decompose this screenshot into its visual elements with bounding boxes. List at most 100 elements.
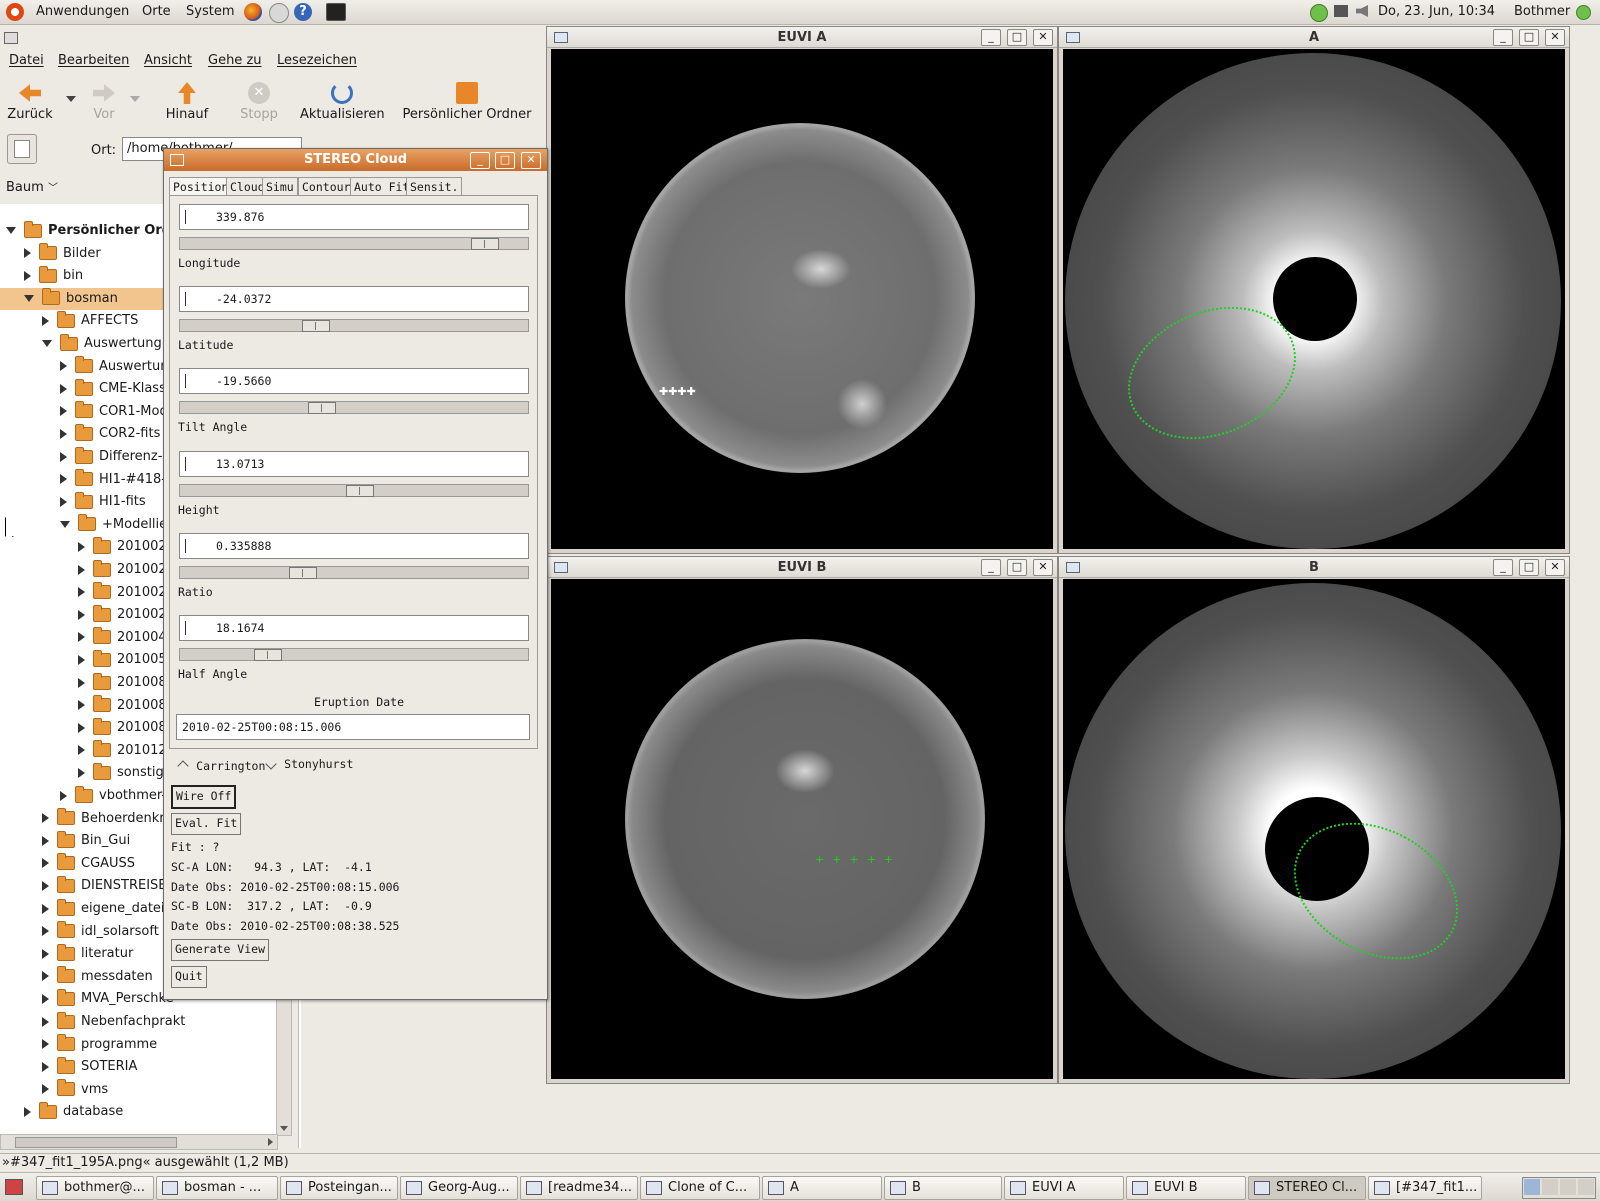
minimize-button[interactable]: _ xyxy=(1493,29,1513,46)
minimize-button[interactable]: _ xyxy=(470,152,490,169)
generate-view-button[interactable]: Generate View xyxy=(171,939,270,961)
window-menu-icon[interactable] xyxy=(4,32,18,44)
tree-item[interactable]: Nebenfachprakt xyxy=(0,1011,276,1033)
expander-closed-icon[interactable] xyxy=(42,813,49,824)
tree-item[interactable]: vms xyxy=(0,1079,276,1101)
expander-closed-icon[interactable] xyxy=(78,700,85,711)
expander-closed-icon[interactable] xyxy=(60,790,67,801)
expander-closed-icon[interactable] xyxy=(60,383,67,394)
cor2-a-image[interactable] xyxy=(1063,49,1565,549)
maximize-button[interactable]: □ xyxy=(1007,559,1027,576)
ubuntu-logo-icon[interactable] xyxy=(6,3,24,21)
network-icon[interactable] xyxy=(1310,4,1328,22)
expander-closed-icon[interactable] xyxy=(78,632,85,643)
longitude-slider[interactable] xyxy=(179,237,529,250)
expander-closed-icon[interactable] xyxy=(42,1039,49,1050)
taskbar-button[interactable]: Georg-Aug... xyxy=(400,1176,518,1200)
back-button[interactable]: Zurück xyxy=(6,82,54,122)
taskbar-button[interactable]: [#347_fit1... xyxy=(1368,1176,1482,1200)
maximize-button[interactable]: □ xyxy=(1519,29,1539,46)
tab-position[interactable]: Position xyxy=(169,177,233,196)
taskbar-button[interactable]: EUVI B xyxy=(1126,1176,1246,1200)
taskbar-button[interactable]: Posteingan... xyxy=(280,1176,398,1200)
tab-simu[interactable]: Simu xyxy=(262,177,298,196)
menu-applications[interactable]: Anwendungen xyxy=(36,4,129,19)
tree-horizontal-scrollbar[interactable] xyxy=(0,1134,278,1150)
tree-item[interactable]: SOTERIA xyxy=(0,1056,276,1078)
height-input[interactable]: 13.0713 xyxy=(179,450,529,477)
tab-contour[interactable]: Contour xyxy=(298,177,355,196)
menu-system[interactable]: System xyxy=(186,4,234,19)
menu-bookmarks[interactable]: Lesezeichen xyxy=(277,53,357,68)
back-history-chevron-icon[interactable] xyxy=(66,96,76,102)
latitude-input[interactable]: -24.0372 xyxy=(179,286,529,313)
maximize-button[interactable]: □ xyxy=(1007,29,1027,46)
taskbar-button[interactable]: A xyxy=(762,1176,882,1200)
close-button[interactable]: ✕ xyxy=(1033,29,1053,46)
expander-closed-icon[interactable] xyxy=(42,993,49,1004)
ratio-input[interactable]: 0.335888 xyxy=(179,532,529,559)
height-slider[interactable] xyxy=(179,483,529,497)
stereo-titlebar[interactable]: STEREO Cloud _ □ ✕ xyxy=(164,149,547,171)
user-name[interactable]: Bothmer xyxy=(1514,4,1570,19)
euvi-a-image[interactable]: ✚✚✚✚ xyxy=(551,49,1053,549)
expander-closed-icon[interactable] xyxy=(78,767,85,778)
quit-button[interactable]: Quit xyxy=(171,966,207,988)
slider-thumb[interactable] xyxy=(302,320,330,333)
menu-edit[interactable]: Bearbeiten xyxy=(58,53,129,68)
euvi-a-titlebar[interactable]: EUVI A _ □ ✕ xyxy=(547,27,1057,48)
radio-carrington[interactable]: Carrington xyxy=(176,759,265,774)
workspace-1[interactable] xyxy=(1524,1179,1540,1195)
taskbar-button[interactable]: EUVI A xyxy=(1004,1176,1124,1200)
expander-open-icon[interactable] xyxy=(42,340,52,347)
expander-closed-icon[interactable] xyxy=(60,406,67,417)
user-status-icon[interactable] xyxy=(1576,5,1591,20)
expander-closed-icon[interactable] xyxy=(60,474,67,485)
tab-sensit[interactable]: Sensit. xyxy=(406,177,463,196)
expander-closed-icon[interactable] xyxy=(78,654,85,665)
ratio-slider[interactable] xyxy=(179,565,529,579)
workspace-4[interactable] xyxy=(1578,1179,1594,1195)
firefox-icon[interactable] xyxy=(244,3,262,21)
clock[interactable]: Do, 23. Jun, 10:34 xyxy=(1378,4,1495,19)
workspace-switcher[interactable] xyxy=(1522,1177,1596,1199)
display-icon[interactable] xyxy=(1334,5,1348,17)
expander-open-icon[interactable] xyxy=(6,227,16,234)
expander-closed-icon[interactable] xyxy=(60,361,67,372)
reload-button[interactable]: Aktualisieren xyxy=(300,82,385,122)
expander-closed-icon[interactable] xyxy=(60,428,67,439)
minimize-button[interactable]: _ xyxy=(981,559,1001,576)
slider-thumb[interactable] xyxy=(308,402,336,415)
half-angle-input[interactable]: 18.1674 xyxy=(179,615,529,641)
expander-open-icon[interactable] xyxy=(60,520,70,528)
euvi-b-image[interactable]: +++++ xyxy=(551,579,1053,1079)
maximize-button[interactable]: □ xyxy=(1519,559,1539,576)
expander-closed-icon[interactable] xyxy=(24,1106,31,1117)
expander-closed-icon[interactable] xyxy=(42,903,49,914)
euvi-b-titlebar[interactable]: EUVI B _ □ ✕ xyxy=(547,557,1057,578)
expander-closed-icon[interactable] xyxy=(78,564,85,575)
radio-stonyhurst[interactable]: Stonyhurst xyxy=(264,757,353,772)
latitude-slider[interactable] xyxy=(179,319,529,333)
taskbar-button[interactable]: [readme34... xyxy=(520,1176,638,1200)
taskbar-button[interactable]: bosman - ... xyxy=(156,1176,278,1200)
close-button[interactable]: ✕ xyxy=(1033,559,1053,576)
close-button[interactable]: ✕ xyxy=(1545,559,1565,576)
taskbar-button[interactable]: B xyxy=(884,1176,1002,1200)
taskbar-button[interactable]: Clone of C... xyxy=(640,1176,760,1200)
help-icon[interactable]: ? xyxy=(294,3,312,21)
taskbar-button[interactable]: STEREO Cl... xyxy=(1248,1176,1366,1200)
tree-item[interactable]: database xyxy=(0,1101,276,1123)
cor2-b-titlebar[interactable]: B _ □ ✕ xyxy=(1059,557,1569,578)
wire-off-button[interactable]: Wire Off xyxy=(171,785,237,809)
mail-icon[interactable] xyxy=(269,3,289,23)
menu-places[interactable]: Orte xyxy=(142,4,171,19)
close-button[interactable]: ✕ xyxy=(521,152,541,169)
minimize-button[interactable]: _ xyxy=(981,29,1001,46)
menu-view[interactable]: Ansicht xyxy=(144,53,192,68)
scroll-right-arrow-icon[interactable] xyxy=(268,1138,273,1146)
slider-thumb[interactable] xyxy=(289,566,317,579)
expander-closed-icon[interactable] xyxy=(78,722,85,733)
expander-closed-icon[interactable] xyxy=(78,541,85,552)
sidebar-mode-select[interactable]: Baum ﹀ xyxy=(6,179,66,199)
